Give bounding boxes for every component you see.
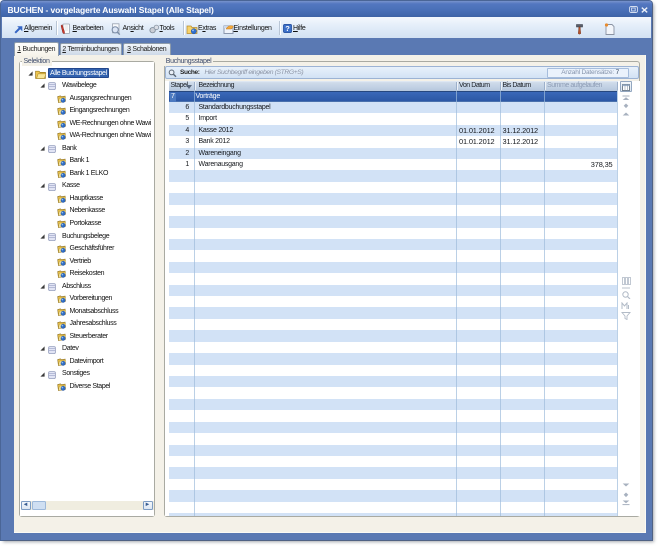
svg-text:?: ? [285, 24, 290, 33]
